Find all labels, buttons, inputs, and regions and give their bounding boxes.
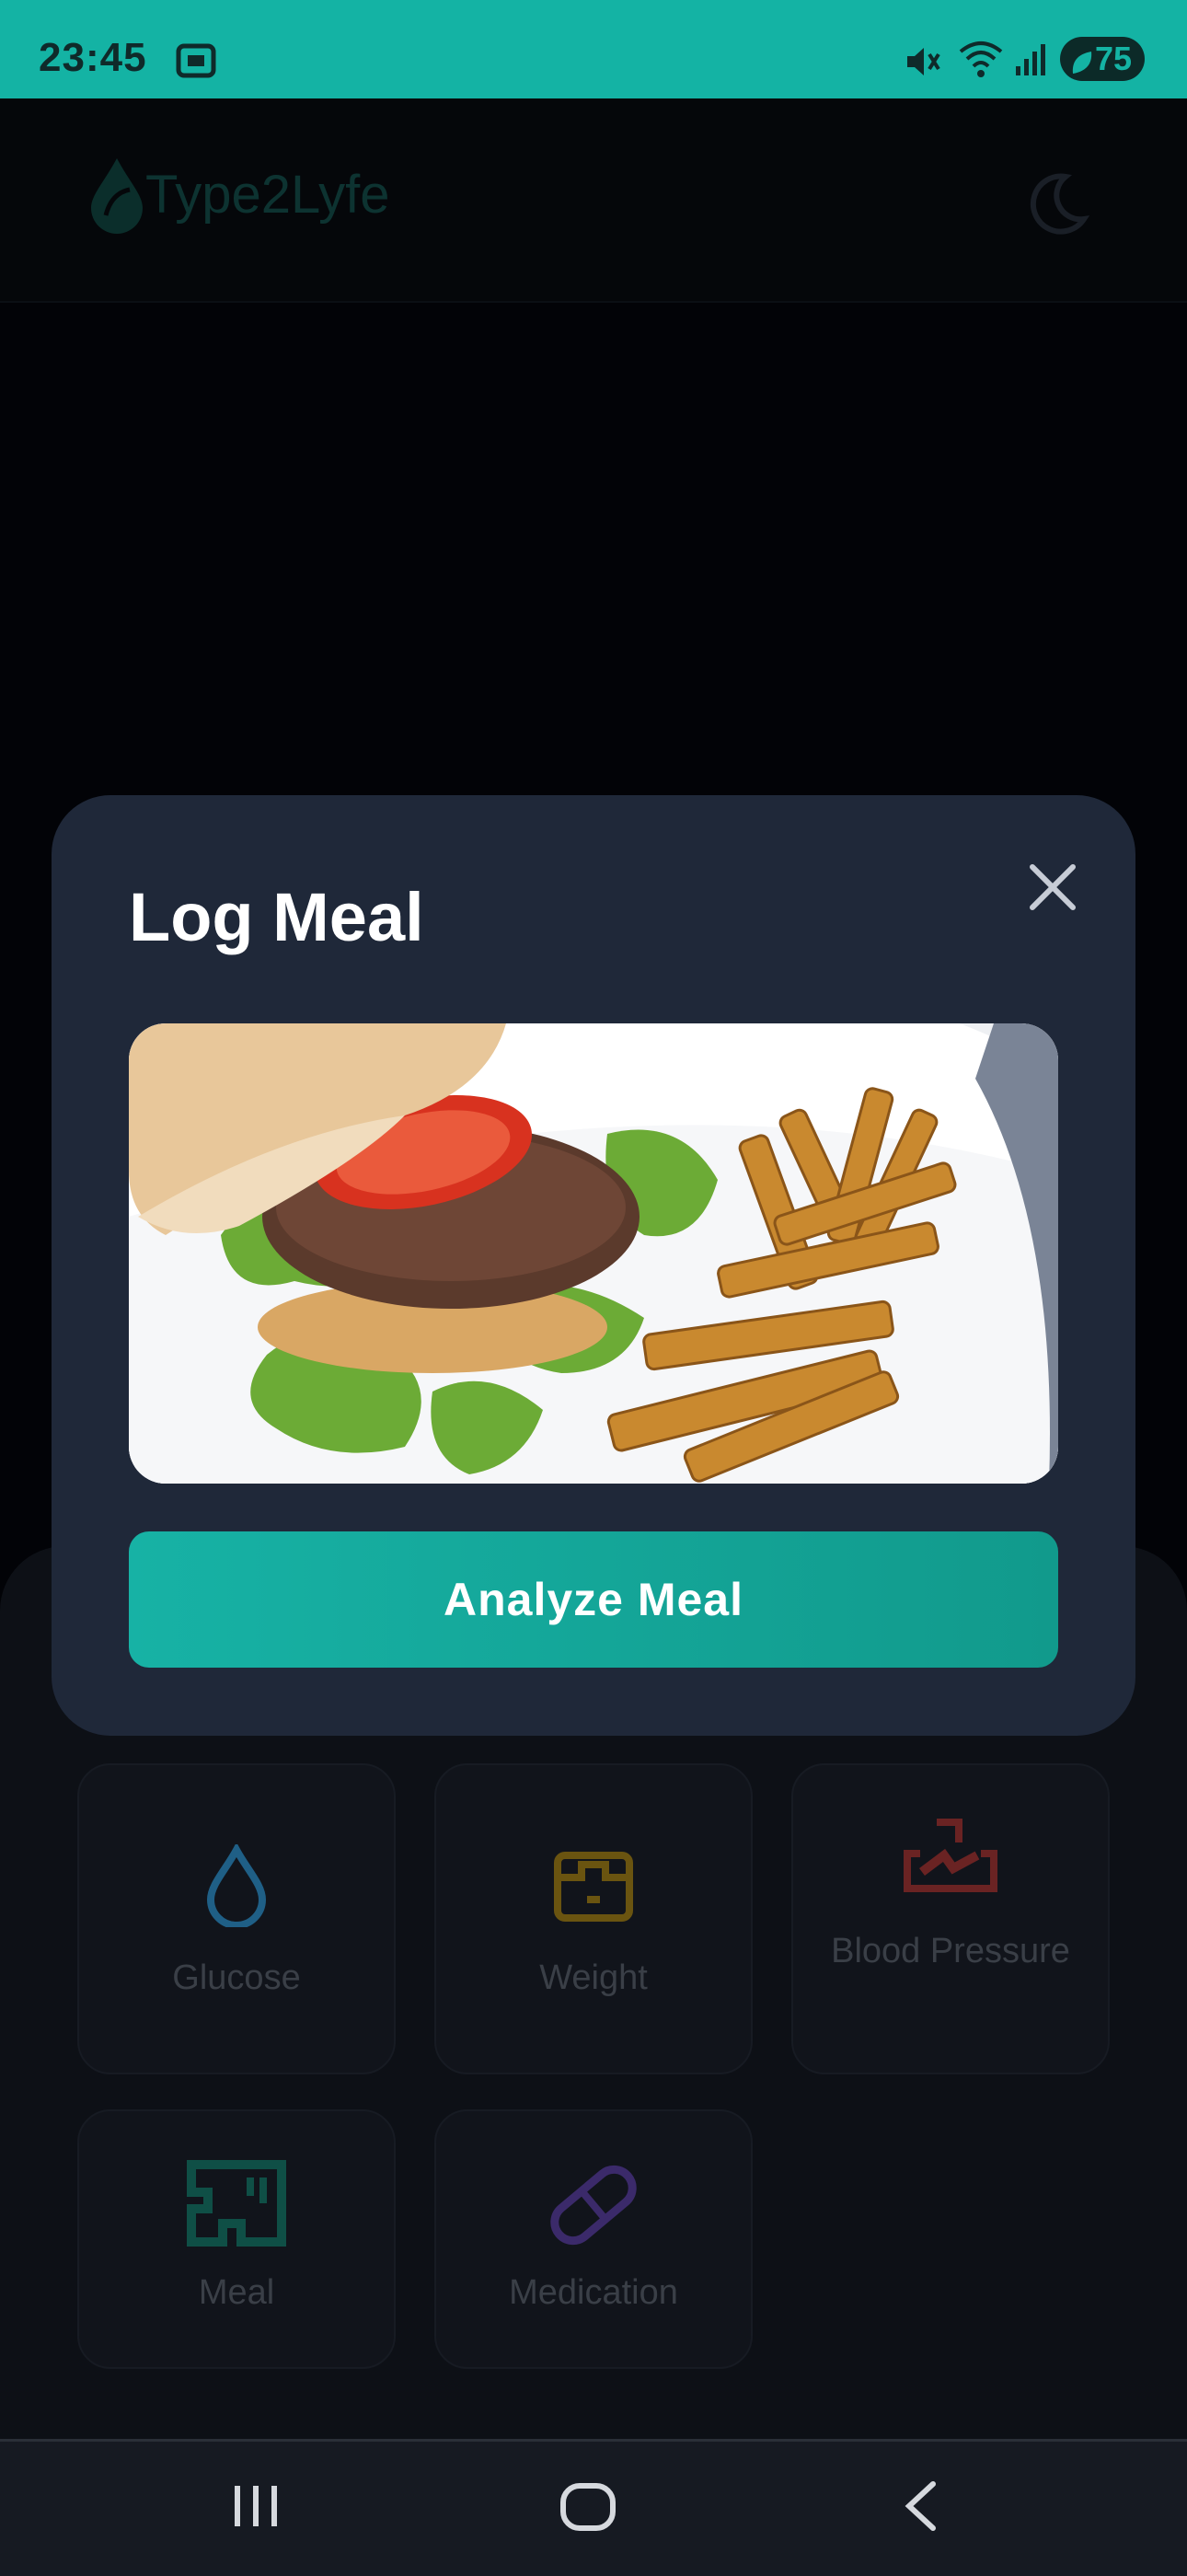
analyze-meal-button[interactable]: Analyze Meal: [129, 1531, 1058, 1668]
battery-saver-icon: [1069, 44, 1095, 88]
tile-label: Meal: [198, 2273, 275, 2312]
tile-label: Blood Pressure: [831, 1932, 1070, 1970]
tile-medication[interactable]: Medication: [434, 2109, 753, 2369]
tile-weight[interactable]: Weight: [434, 1763, 753, 2074]
system-nav-bar: [0, 2439, 1187, 2576]
tile-glucose[interactable]: Glucose: [77, 1763, 396, 2074]
wifi-icon: [957, 39, 1005, 84]
scale-icon: [552, 1850, 635, 1928]
meal-icon: [186, 2159, 287, 2252]
battery-icon: 75: [1060, 37, 1145, 81]
tile-label: Glucose: [172, 1958, 301, 1997]
modal-title: Log Meal: [129, 879, 424, 955]
blood-pressure-icon: [900, 1817, 1001, 1904]
drop-leaf-logo-icon: [87, 156, 146, 238]
mute-icon: [902, 41, 942, 87]
back-icon[interactable]: [898, 2478, 944, 2538]
status-time: 23:45: [39, 35, 147, 80]
drop-icon: [200, 1842, 273, 1932]
burger-with-fries-photo: [129, 1023, 1058, 1484]
status-bar: 23:45 75: [0, 0, 1187, 98]
screenshot-icon: [175, 42, 217, 84]
pill-icon: [543, 2159, 644, 2256]
signal-icon: [1012, 40, 1049, 82]
battery-level: 75: [1094, 40, 1132, 77]
tile-label: Weight: [539, 1958, 648, 1997]
close-icon[interactable]: [1016, 850, 1089, 924]
app-name: Type2Lyfe: [145, 165, 390, 225]
home-icon[interactable]: [558, 2478, 618, 2538]
recent-apps-icon[interactable]: [228, 2478, 283, 2538]
log-meal-modal: Log Meal Analyze Meal: [52, 795, 1135, 1736]
moon-icon[interactable]: [1020, 167, 1093, 246]
tile-label: Medication: [509, 2273, 678, 2312]
tile-blood-pressure[interactable]: Blood Pressure: [791, 1763, 1110, 2074]
tile-meal[interactable]: Meal: [77, 2109, 396, 2369]
